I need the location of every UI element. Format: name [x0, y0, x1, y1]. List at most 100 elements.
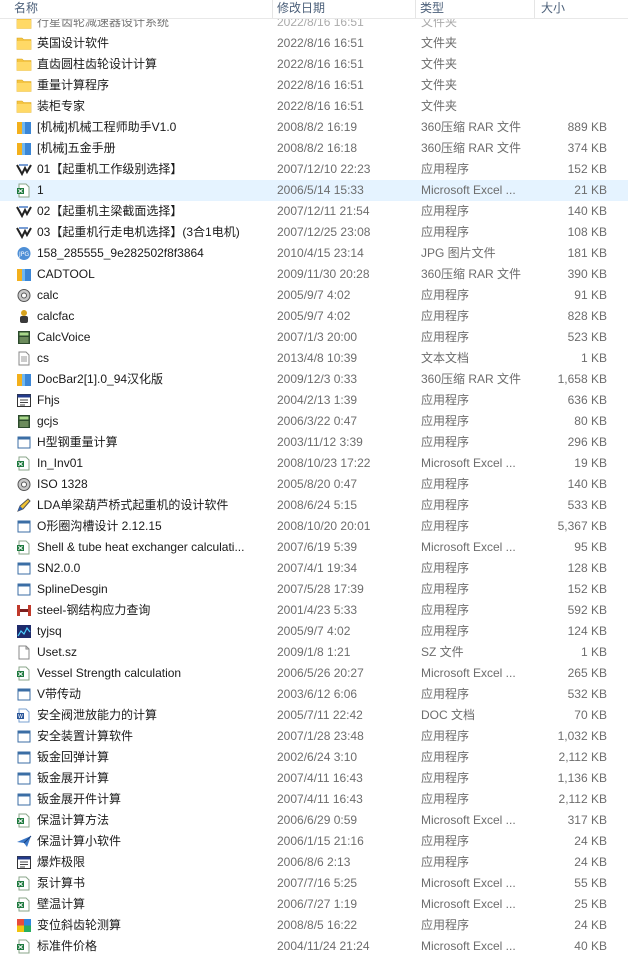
- file-row[interactable]: O形圈沟槽设计 2.12.15 2008/10/20 20:01 应用程序 5,367…: [0, 516, 628, 537]
- file-size: 533 KB: [567, 498, 607, 512]
- file-row[interactable]: V带传动 2003/6/12 6:06 应用程序 532 KB: [0, 684, 628, 705]
- file-row[interactable]: SN2.0.0 2007/4/1 19:34 应用程序 128 KB: [0, 558, 628, 579]
- file-type: 应用程序: [421, 162, 470, 176]
- file-row[interactable]: [机械]机械工程师助手V1.0 2008/8/2 16:19 360压缩 RAR 文…: [0, 117, 628, 138]
- file-row[interactable]: 重量计算程序 2022/8/16 16:51 文件夹: [0, 75, 628, 96]
- file-name: 标准件价格: [37, 939, 98, 953]
- file-name: 01【起重机工作级别选择】: [37, 162, 183, 176]
- column-header-size[interactable]: 大小: [535, 0, 615, 18]
- file-type: 应用程序: [421, 792, 470, 806]
- file-row[interactable]: 钣金回弹计算 2002/6/24 3:10 应用程序 2,112 KB: [0, 747, 628, 768]
- file-type: 应用程序: [421, 309, 470, 323]
- file-row[interactable]: 变位斜齿轮测算 2008/8/5 16:22 应用程序 24 KB: [0, 915, 628, 936]
- file-row[interactable]: 钣金展开计算 2007/4/11 16:43 应用程序 1,136 KB: [0, 768, 628, 789]
- file-row[interactable]: 02【起重机主梁截面选择】 2007/12/11 21:54 应用程序 140 KB: [0, 201, 628, 222]
- file-row[interactable]: 壁温计算 2006/7/27 1:19 Microsoft Excel ... 25 …: [0, 894, 628, 915]
- file-row[interactable]: [机械]五金手册 2008/8/2 16:18 360压缩 RAR 文件 374 KB: [0, 138, 628, 159]
- file-row[interactable]: H型钢重量计算 2003/11/12 3:39 应用程序 296 KB: [0, 432, 628, 453]
- file-name: 钣金展开件计算: [37, 792, 122, 806]
- file-row[interactable]: 安全装置计算软件 2007/1/28 23:48 应用程序 1,032 KB: [0, 726, 628, 747]
- file-row[interactable]: 爆炸极限 2006/8/6 2:13 应用程序 24 KB: [0, 852, 628, 873]
- folder-icon: [16, 99, 32, 114]
- file-row[interactable]: Shell & tube heat exchanger calculati...…: [0, 537, 628, 558]
- file-size: 70 KB: [574, 708, 607, 722]
- file-row[interactable]: ISO 1328 2005/8/20 0:47 应用程序 140 KB: [0, 474, 628, 495]
- column-header-name[interactable]: 名称: [0, 0, 273, 18]
- file-row[interactable]: 标准件价格 2004/11/24 21:24 Microsoft Excel ...…: [0, 936, 628, 957]
- file-date-modified: 2008/10/23 17:22: [277, 456, 371, 470]
- file-name: cs: [37, 351, 49, 365]
- file-row[interactable]: 直齿圆柱齿轮设计计算 2022/8/16 16:51 文件夹: [0, 54, 628, 75]
- column-header-type[interactable]: 类型: [416, 0, 535, 18]
- rar-archive-icon: [16, 372, 32, 387]
- generic-app-icon: [16, 582, 32, 597]
- file-date-modified: 2007/12/10 22:23: [277, 162, 371, 176]
- file-row[interactable]: 1 2006/5/14 15:33 Microsoft Excel ... 21 KB: [0, 180, 628, 201]
- column-header-date-modified[interactable]: 修改日期: [273, 0, 416, 18]
- file-name: CADTOOL: [37, 267, 95, 281]
- file-row[interactable]: DocBar2[1].0_94汉化版 2009/12/3 0:33 360压缩 RA…: [0, 369, 628, 390]
- file-type: 应用程序: [421, 204, 470, 218]
- generic-app-icon: [16, 561, 32, 576]
- file-size: 889 KB: [567, 120, 607, 134]
- file-size: 1 KB: [580, 351, 607, 365]
- file-size: 317 KB: [567, 813, 607, 827]
- file-size: 636 KB: [567, 393, 607, 407]
- file-row[interactable]: LDA单梁葫芦桥式起重机的设计软件 2008/6/24 5:15 应用程序 533 K…: [0, 495, 628, 516]
- file-date-modified: 2022/8/16 16:51: [277, 36, 364, 50]
- file-name: [机械]五金手册: [37, 141, 116, 155]
- excel-file-icon: [16, 456, 32, 471]
- file-date-modified: 2007/7/16 5:25: [277, 876, 358, 890]
- file-size: 5,367 KB: [557, 519, 607, 533]
- file-row[interactable]: Vessel Strength calculation 2006/5/26 20:…: [0, 663, 628, 684]
- file-name: 重量计算程序: [37, 78, 110, 92]
- file-row[interactable]: 英国设计软件 2022/8/16 16:51 文件夹: [0, 33, 628, 54]
- file-name: 变位斜齿轮测算: [37, 918, 122, 932]
- file-type: 应用程序: [421, 918, 470, 932]
- excel-file-icon: [16, 939, 32, 954]
- file-type: 应用程序: [421, 330, 470, 344]
- file-row[interactable]: 钣金展开件计算 2007/4/11 16:43 应用程序 2,112 KB: [0, 789, 628, 810]
- file-row[interactable]: In_Inv01 2008/10/23 17:22 Microsoft Excel …: [0, 453, 628, 474]
- file-row[interactable]: 03【起重机行走电机选择】(3合1电机) 2007/12/25 23:08 应用程序…: [0, 222, 628, 243]
- file-row[interactable]: CalcVoice 2007/1/3 20:00 应用程序 523 KB: [0, 327, 628, 348]
- folder-icon: [16, 78, 32, 93]
- file-name: 壁温计算: [37, 897, 86, 911]
- file-row[interactable]: 装柜专家 2022/8/16 16:51 文件夹: [0, 96, 628, 117]
- file-row[interactable]: W 安全阀泄放能力的计算 2005/7/11 22:42 DOC 文档 70 KB: [0, 705, 628, 726]
- file-row[interactable]: 保温计算小软件 2006/1/15 21:16 应用程序 24 KB: [0, 831, 628, 852]
- file-row[interactable]: 01【起重机工作级别选择】 2007/12/10 22:23 应用程序 152 KB: [0, 159, 628, 180]
- file-row[interactable]: calcfac 2005/9/7 4:02 应用程序 828 KB: [0, 306, 628, 327]
- file-row[interactable]: CADTOOL 2009/11/30 20:28 360压缩 RAR 文件 390 K…: [0, 264, 628, 285]
- file-row[interactable]: steel-钢结构应力查询 2001/4/23 5:33 应用程序 592 KB: [0, 600, 628, 621]
- crane-app-icon: [16, 225, 32, 240]
- file-row[interactable]: gcjs 2006/3/22 0:47 应用程序 80 KB: [0, 411, 628, 432]
- word-doc-icon: W: [16, 708, 32, 723]
- file-row[interactable]: JPG 158_285555_9e282502f8f3864 2010/4/15 2…: [0, 243, 628, 264]
- file-row[interactable]: SplineDesgin 2007/5/28 17:39 应用程序 152 KB: [0, 579, 628, 600]
- file-type: 应用程序: [421, 225, 470, 239]
- file-size: 21 KB: [574, 183, 607, 197]
- file-date-modified: 2003/6/12 6:06: [277, 687, 358, 701]
- file-row[interactable]: calc 2005/9/7 4:02 应用程序 91 KB: [0, 285, 628, 306]
- chart-app-icon: [16, 624, 32, 639]
- file-name: tyjsq: [37, 624, 62, 638]
- file-type: Microsoft Excel ...: [421, 456, 516, 470]
- file-name: 安全阀泄放能力的计算: [37, 708, 158, 722]
- file-date-modified: 2008/8/5 16:22: [277, 918, 358, 932]
- file-size: 55 KB: [574, 876, 607, 890]
- file-size: 296 KB: [567, 435, 607, 449]
- file-row[interactable]: cs 2013/4/8 10:39 文本文档 1 KB: [0, 348, 628, 369]
- file-row[interactable]: Fhjs 2004/2/13 1:39 应用程序 636 KB: [0, 390, 628, 411]
- file-row[interactable]: 泵计算书 2007/7/16 5:25 Microsoft Excel ... 55 …: [0, 873, 628, 894]
- file-type: Microsoft Excel ...: [421, 897, 516, 911]
- svg-text:W: W: [18, 714, 23, 720]
- file-size: 523 KB: [567, 330, 607, 344]
- file-size: 24 KB: [574, 855, 607, 869]
- file-row[interactable]: tyjsq 2005/9/7 4:02 应用程序 124 KB: [0, 621, 628, 642]
- file-name: 保温计算小软件: [37, 834, 122, 848]
- file-type: DOC 文档: [421, 708, 476, 722]
- file-row[interactable]: Uset.sz 2009/1/8 1:21 SZ 文件 1 KB: [0, 642, 628, 663]
- file-row[interactable]: 保温计算方法 2006/6/29 0:59 Microsoft Excel ... 3…: [0, 810, 628, 831]
- steel-app-icon: [16, 603, 32, 618]
